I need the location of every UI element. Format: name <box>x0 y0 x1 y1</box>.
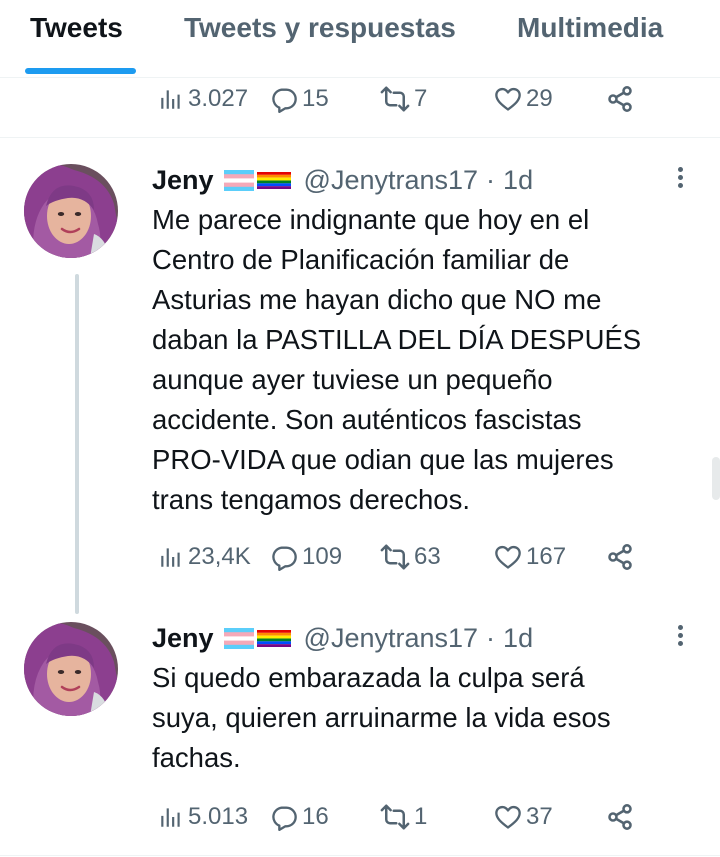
like-button[interactable]: 29 <box>494 79 553 119</box>
tweet-text-line: daban la PASTILLA DEL DÍA DESPUÉS <box>152 324 642 355</box>
profile-tabs: Tweets Tweets y respuestas Multimedia <box>0 0 720 78</box>
tweet-text-line: Me parece indignante que hoy en el <box>152 204 590 235</box>
tweet-text-line: fachas. <box>152 742 241 773</box>
tweet-text-line: aunque ayer tuviese un pequeño <box>152 364 553 395</box>
retweet-icon <box>380 542 410 572</box>
views-icon <box>158 544 184 570</box>
display-name[interactable]: Jeny <box>152 165 214 196</box>
reply-icon <box>270 85 298 113</box>
avatar[interactable] <box>24 164 118 258</box>
share-icon <box>606 543 634 571</box>
retweet-button[interactable]: 1 <box>380 797 427 837</box>
reply-icon <box>270 543 298 571</box>
reply-count: 16 <box>302 803 329 830</box>
views-count: 3.027 <box>188 85 249 112</box>
tweet-text: Me parece indignante que hoy en el Centr… <box>152 200 692 520</box>
retweet-button[interactable]: 63 <box>380 537 441 577</box>
retweet-icon <box>380 802 410 832</box>
like-count: 29 <box>526 85 553 112</box>
rainbow-flag-icon <box>257 628 291 649</box>
reply-count: 109 <box>302 543 343 570</box>
more-options-icon[interactable] <box>672 164 688 192</box>
tweet-divider <box>0 855 720 856</box>
tweet-header: Jeny @Jenytrans17 · 1d <box>152 162 533 198</box>
tweet-divider <box>0 137 720 138</box>
retweet-button[interactable]: 7 <box>380 79 427 119</box>
heart-icon <box>494 803 522 831</box>
tab-tweets-and-replies[interactable]: Tweets y respuestas <box>184 12 456 44</box>
share-button[interactable] <box>606 79 634 119</box>
scrollbar-thumb[interactable] <box>712 457 720 500</box>
separator-dot: · <box>486 622 496 653</box>
rainbow-flag-icon <box>257 170 291 191</box>
retweet-count: 63 <box>414 543 441 570</box>
tweet-actions: 5.013 16 1 37 <box>158 797 638 837</box>
like-count: 167 <box>526 543 567 570</box>
thread-connector <box>75 274 79 614</box>
like-button[interactable]: 167 <box>494 537 566 577</box>
display-name[interactable]: Jeny <box>152 623 214 654</box>
heart-icon <box>494 543 522 571</box>
transgender-flag-icon <box>224 170 254 191</box>
retweet-count: 7 <box>414 85 428 112</box>
heart-icon <box>494 85 522 113</box>
views-button[interactable]: 5.013 <box>158 797 248 837</box>
name-emoji-flags <box>224 628 294 649</box>
tweet-header: Jeny @Jenytrans17 · 1d <box>152 620 533 656</box>
like-count: 37 <box>526 803 553 830</box>
separator-dot: · <box>486 164 496 195</box>
tweet-text-line: Centro de Planificación familiar de <box>152 244 570 275</box>
tab-tweets[interactable]: Tweets <box>30 12 123 44</box>
retweet-icon <box>380 84 410 114</box>
retweet-count: 1 <box>414 803 428 830</box>
tweet-text-line: Asturias me hayan dicho que NO me <box>152 284 602 315</box>
like-button[interactable]: 37 <box>494 797 553 837</box>
tweet-actions: 23,4K 109 63 167 <box>158 537 638 577</box>
active-tab-indicator <box>25 68 136 74</box>
tweet-text: Si quedo embarazada la culpa será suya, … <box>152 658 692 778</box>
reply-count: 15 <box>302 85 329 112</box>
profile-photo <box>24 164 118 258</box>
name-emoji-flags <box>224 170 294 191</box>
tweet-text-line: suya, quieren arruinarme la vida esos <box>152 702 611 733</box>
reply-button[interactable]: 109 <box>270 537 342 577</box>
transgender-flag-icon <box>224 628 254 649</box>
share-icon <box>606 803 634 831</box>
timestamp[interactable]: 1d <box>503 623 533 654</box>
reply-button[interactable]: 15 <box>270 79 329 119</box>
timestamp[interactable]: 1d <box>503 165 533 196</box>
share-icon <box>606 85 634 113</box>
share-button[interactable] <box>606 537 634 577</box>
share-button[interactable] <box>606 797 634 837</box>
views-button[interactable]: 23,4K <box>158 537 251 577</box>
more-options-icon[interactable] <box>672 622 688 650</box>
reply-button[interactable]: 16 <box>270 797 329 837</box>
tweet-text-line: trans tengamos derechos. <box>152 484 470 515</box>
tab-media[interactable]: Multimedia <box>517 12 663 44</box>
views-count: 23,4K <box>188 543 251 570</box>
previous-tweet-actions: 3.027 15 7 29 <box>158 79 638 119</box>
views-icon <box>158 804 184 830</box>
user-handle[interactable]: @Jenytrans17 <box>304 165 479 196</box>
tweet-text-line: Si quedo embarazada la culpa será <box>152 662 585 693</box>
views-button[interactable]: 3.027 <box>158 79 248 119</box>
user-handle[interactable]: @Jenytrans17 <box>304 623 479 654</box>
avatar[interactable] <box>24 622 118 716</box>
reply-icon <box>270 803 298 831</box>
tweet-text-line: PRO-VIDA que odian que las mujeres <box>152 444 614 475</box>
views-icon <box>158 86 184 112</box>
views-count: 5.013 <box>188 803 249 830</box>
profile-photo <box>24 622 118 716</box>
tweet-text-line: accidente. Son auténticos fascistas <box>152 404 582 435</box>
